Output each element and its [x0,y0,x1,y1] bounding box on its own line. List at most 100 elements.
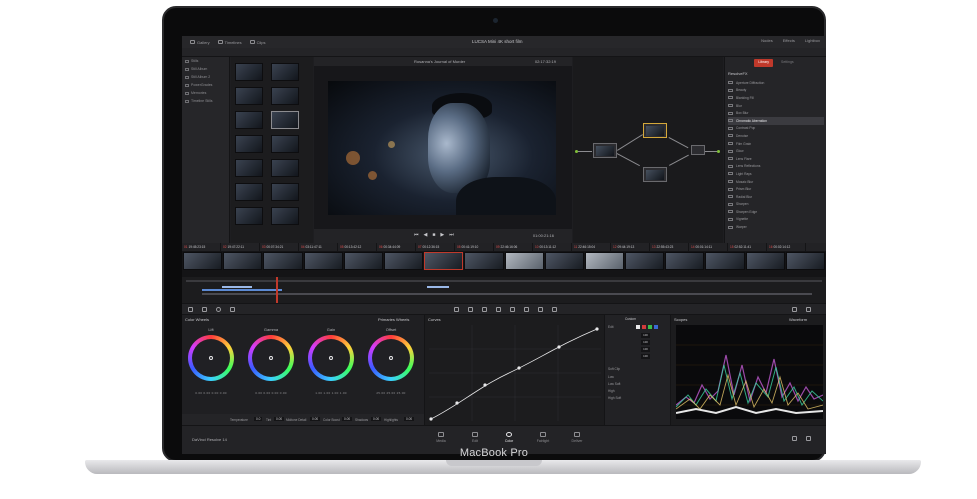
mini-timeline[interactable] [182,277,826,303]
scope-mode-select[interactable]: Waveform [789,317,807,322]
still-thumbnail[interactable] [271,135,299,153]
clip-thumbnail-active[interactable] [424,252,464,270]
adj-value[interactable]: 0.00 [404,417,415,421]
still-thumbnail[interactable] [235,183,263,201]
clip-thumbnail[interactable] [745,252,785,270]
skip-back-icon[interactable]: ⏮ [414,232,419,238]
clip-timecode[interactable]: 12 09:44:19:13 [611,243,650,251]
effect-item[interactable]: Sharpen Edge [728,208,824,216]
clip-timecode[interactable]: 16 00:02:14:12 [767,243,806,251]
effect-item[interactable]: Blur [728,102,824,110]
effect-item[interactable]: Box Blur [728,109,824,117]
effect-item[interactable]: Lens Reflections [728,163,824,171]
effect-item[interactable]: Glow [728,147,824,155]
clip-thumbnail[interactable] [785,252,825,270]
tab-timelines[interactable]: Timelines [217,40,242,45]
lift-wheel[interactable] [188,335,234,381]
curves-icon[interactable] [454,307,459,312]
adj-value[interactable]: 0.00 [274,417,285,421]
qualifier-icon[interactable] [468,307,473,312]
page-edit[interactable]: Edit [460,432,490,443]
tab-library[interactable]: Library [754,59,774,67]
clip-thumbnail[interactable] [705,252,745,270]
wheels-mode-select[interactable]: Primaries Wheels [378,317,409,322]
still-thumbnail[interactable] [235,63,263,81]
play-icon[interactable]: ▶ [440,232,444,238]
curve-point[interactable] [517,366,521,370]
album-item[interactable]: Timeline Stills [182,97,229,105]
clip-timecode[interactable]: 09 22:46:16:06 [494,243,533,251]
channel-value[interactable]: 100 [641,354,650,359]
effect-item-selected[interactable]: Chromatic Aberration [728,116,824,125]
effect-item[interactable]: Lens Flare [728,155,824,163]
window-icon[interactable] [482,307,487,312]
clip-thumbnail[interactable] [584,252,625,270]
effect-item[interactable]: Radial Blur [728,193,824,201]
curve-point[interactable] [483,383,487,387]
scopes-icon[interactable] [806,307,811,312]
3d-icon[interactable] [552,307,557,312]
color-node[interactable] [643,167,667,182]
clip-thumbnail[interactable] [504,252,544,270]
clip-thumbnail[interactable] [544,252,584,270]
clip-timecode[interactable]: 06 00:34:44:09 [377,243,416,251]
color-match-icon[interactable] [202,307,207,312]
wheel-puck[interactable] [389,356,393,360]
clip-timecode[interactable]: 13 22:55:43:23 [650,243,689,251]
still-thumbnail[interactable] [271,159,299,177]
color-wheels-icon[interactable] [216,307,221,312]
swatch-blue-icon[interactable] [653,325,658,329]
softclip-option[interactable]: High [608,389,615,393]
wheel-puck[interactable] [269,356,273,360]
adj-value[interactable]: 0.00 [371,417,382,421]
clip-timecode[interactable]: 11 22:46:15:04 [572,243,611,251]
clip-thumbnail[interactable] [223,252,263,270]
effect-item[interactable]: Prism Blur [728,185,824,193]
clip-timecode[interactable]: 07 00:12:36:15 [416,243,455,251]
effect-item[interactable]: Contrast Pop [728,125,824,133]
tab-settings[interactable]: Settings [777,59,798,67]
clip-timecode[interactable]: 02 19:47:22:11 [221,243,260,251]
curve-point[interactable] [595,327,599,331]
clip-timecode[interactable]: 05 00:13:42:12 [338,243,377,251]
still-thumbnail[interactable] [235,111,263,129]
clip-timecode[interactable]: 14 00:01:14:11 [689,243,728,251]
clip-timecode[interactable]: 01 19:45:23:15 [182,243,221,251]
clip-thumbnail[interactable] [263,252,303,270]
effect-item[interactable]: Vignette [728,216,824,224]
stop-icon[interactable]: ■ [432,232,435,238]
effects-button[interactable]: Effects [783,38,795,43]
playhead[interactable] [276,277,278,303]
still-thumbnail[interactable] [271,183,299,201]
swatch-green-icon[interactable] [647,325,652,329]
softclip-option[interactable]: High Soft [608,396,621,400]
clip-thumbnail[interactable] [343,252,383,270]
adj-value[interactable]: 0.00 [342,417,353,421]
page-color[interactable]: Color [494,432,524,443]
still-thumbnail[interactable] [271,63,299,81]
clip-timecode[interactable]: 10 00:13:11:12 [533,243,572,251]
mixer-node[interactable] [691,145,705,155]
settings-icon[interactable] [806,436,811,441]
tab-clips[interactable]: Clips [249,40,266,45]
clip-thumbnail[interactable] [383,252,424,270]
wheel-puck[interactable] [209,356,213,360]
effect-item[interactable]: Warper [728,223,824,231]
video-frame[interactable] [328,81,556,215]
swatch-luma-icon[interactable] [635,325,640,329]
lightbox-button[interactable]: Lightbox [805,38,820,43]
wheel-puck[interactable] [329,356,333,360]
gain-wheel[interactable] [308,335,354,381]
page-media[interactable]: Media [426,432,456,443]
color-node[interactable] [593,143,617,158]
channel-value[interactable]: 100 [641,347,650,352]
effect-item[interactable]: Light Rays [728,170,824,178]
still-thumbnail[interactable] [235,135,263,153]
curve-point[interactable] [557,345,561,349]
album-item[interactable]: PowerGrades [182,81,229,89]
clip-thumbnail[interactable] [625,252,665,270]
gamma-wheel[interactable] [248,335,294,381]
keyframes-icon[interactable] [792,307,797,312]
swatch-red-icon[interactable] [641,325,646,329]
still-thumbnail[interactable] [235,87,263,105]
